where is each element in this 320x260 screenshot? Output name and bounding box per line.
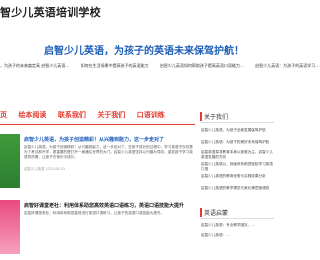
nav-item-contact[interactable]: 联系我们 <box>58 111 86 119</box>
post-excerpt: 启智少儿英语，为孩子创造精彩！从兴趣到能力，这一步走对了。在孩子成长的过程中，学… <box>24 145 193 159</box>
sidebar-item[interactable]: 启智少儿英语：… <box>201 233 273 238</box>
post-thumbnail[interactable] <box>0 134 20 188</box>
site-title: 智少儿英语培训学校 <box>0 6 101 19</box>
post-meta: 启智少儿英语 2023-08-15 <box>24 167 66 171</box>
hero-link[interactable]: 启智少儿英语如何帮助孩子提高英语口语能力… <box>160 63 244 68</box>
post-title[interactable]: 启智少儿英语，为孩子创造精彩！从兴趣到能力，这一步走对了 <box>24 136 164 143</box>
sidebar-item[interactable]: 启智少儿英语：专业教学团队，… <box>201 223 273 228</box>
post-excerpt: 启智好课堂老社，利用体系助您高效进行英语口语练习，让孩子的英语口语技能大提升。 <box>24 211 165 215</box>
sidebar-about-title: 关于我们 <box>200 112 228 121</box>
post-title[interactable]: 启智好课堂老社：利用体系助您高效英语口语练习，英语口语技能大提升 <box>24 202 184 209</box>
sidebar-divider <box>200 122 274 123</box>
nav-divider <box>0 124 195 125</box>
hero-headline: 启智少儿英语，为孩子的英语未来保驾护航！ <box>44 46 244 57</box>
nav-item-picture-books[interactable]: 绘本阅读 <box>18 111 46 119</box>
sidebar-item[interactable]: 启智少儿英语的教学理念与家长满意度调查 <box>201 186 273 191</box>
hero-link[interactable]: 启智少儿英语：为孩子的英语学习… <box>255 63 319 68</box>
sidebar-item[interactable]: 启智少儿英语，为孩子全面发展保驾护航 <box>201 128 273 133</box>
sidebar-item[interactable]: 启智少儿英语：为孩子的美好未来保驾护航 <box>201 140 273 145</box>
sidebar-item[interactable]: 启智少儿英语以，刻画体系助您轻松学习英语口语 <box>201 162 273 172</box>
sidebar-divider <box>200 218 274 219</box>
nav-item-home[interactable]: 页 <box>0 111 7 119</box>
sidebar-fun-title: 英语启蒙 <box>200 208 228 217</box>
hero-link[interactable]: ，为孩子的未来奠定高 启智少儿英语… <box>0 63 69 68</box>
nav-item-about[interactable]: 关于我们 <box>97 111 125 119</box>
hero-link[interactable]: 如何在生活场景中提高孩子的英语能力 <box>81 63 149 68</box>
hero-banner <box>0 24 274 94</box>
post-thumbnail[interactable] <box>0 200 20 254</box>
main-nav: 页 绘本阅读 联系我们 关于我们 口语训练 <box>0 110 174 120</box>
nav-item-speaking[interactable]: 口语训练 <box>137 111 165 119</box>
hero-links: ，为孩子的未来奠定高 启智少儿英语… 如何在生活场景中提高孩子的英语能力 启智少… <box>0 63 320 69</box>
sidebar-item[interactable]: 启智少儿英语的教育优势与实践效果分析 <box>201 174 273 179</box>
sidebar-item[interactable]: 启智英语探寻教育本身以家庭为主，启智少儿英语发展的方向 <box>201 150 273 160</box>
